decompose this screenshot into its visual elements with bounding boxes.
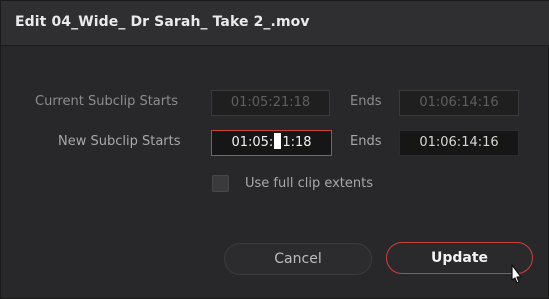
mouse-pointer-icon	[511, 264, 522, 284]
new-ends-label: Ends	[350, 134, 382, 149]
current-subclip-starts-label: Current Subclip Starts	[35, 94, 178, 109]
new-subclip-starts-label: New Subclip Starts	[58, 134, 181, 149]
current-ends-label: Ends	[350, 94, 382, 109]
text-cursor	[274, 133, 282, 149]
use-full-clip-extents-label[interactable]: Use full clip extents	[245, 176, 373, 191]
dialog-title: Edit 04_Wide_ Dr Sarah_ Take 2_.mov	[15, 14, 310, 30]
start-value-after-cursor: 1:18	[282, 135, 312, 150]
new-subclip-start-input[interactable]: 01:05: 1:18	[211, 130, 332, 156]
use-full-clip-extents-checkbox[interactable]	[212, 175, 229, 192]
cancel-button[interactable]: Cancel	[224, 243, 372, 275]
current-subclip-end-field: 01:06:14:16	[399, 90, 519, 116]
current-subclip-start-field: 01:05:21:18	[211, 90, 330, 116]
new-subclip-end-input[interactable]: 01:06:14:16	[399, 130, 519, 156]
start-value-before-cursor: 01:05:	[231, 135, 274, 150]
dialog-titlebar: Edit 04_Wide_ Dr Sarah_ Take 2_.mov	[1, 1, 549, 46]
edit-subclip-dialog: Edit 04_Wide_ Dr Sarah_ Take 2_.mov Curr…	[0, 0, 549, 299]
